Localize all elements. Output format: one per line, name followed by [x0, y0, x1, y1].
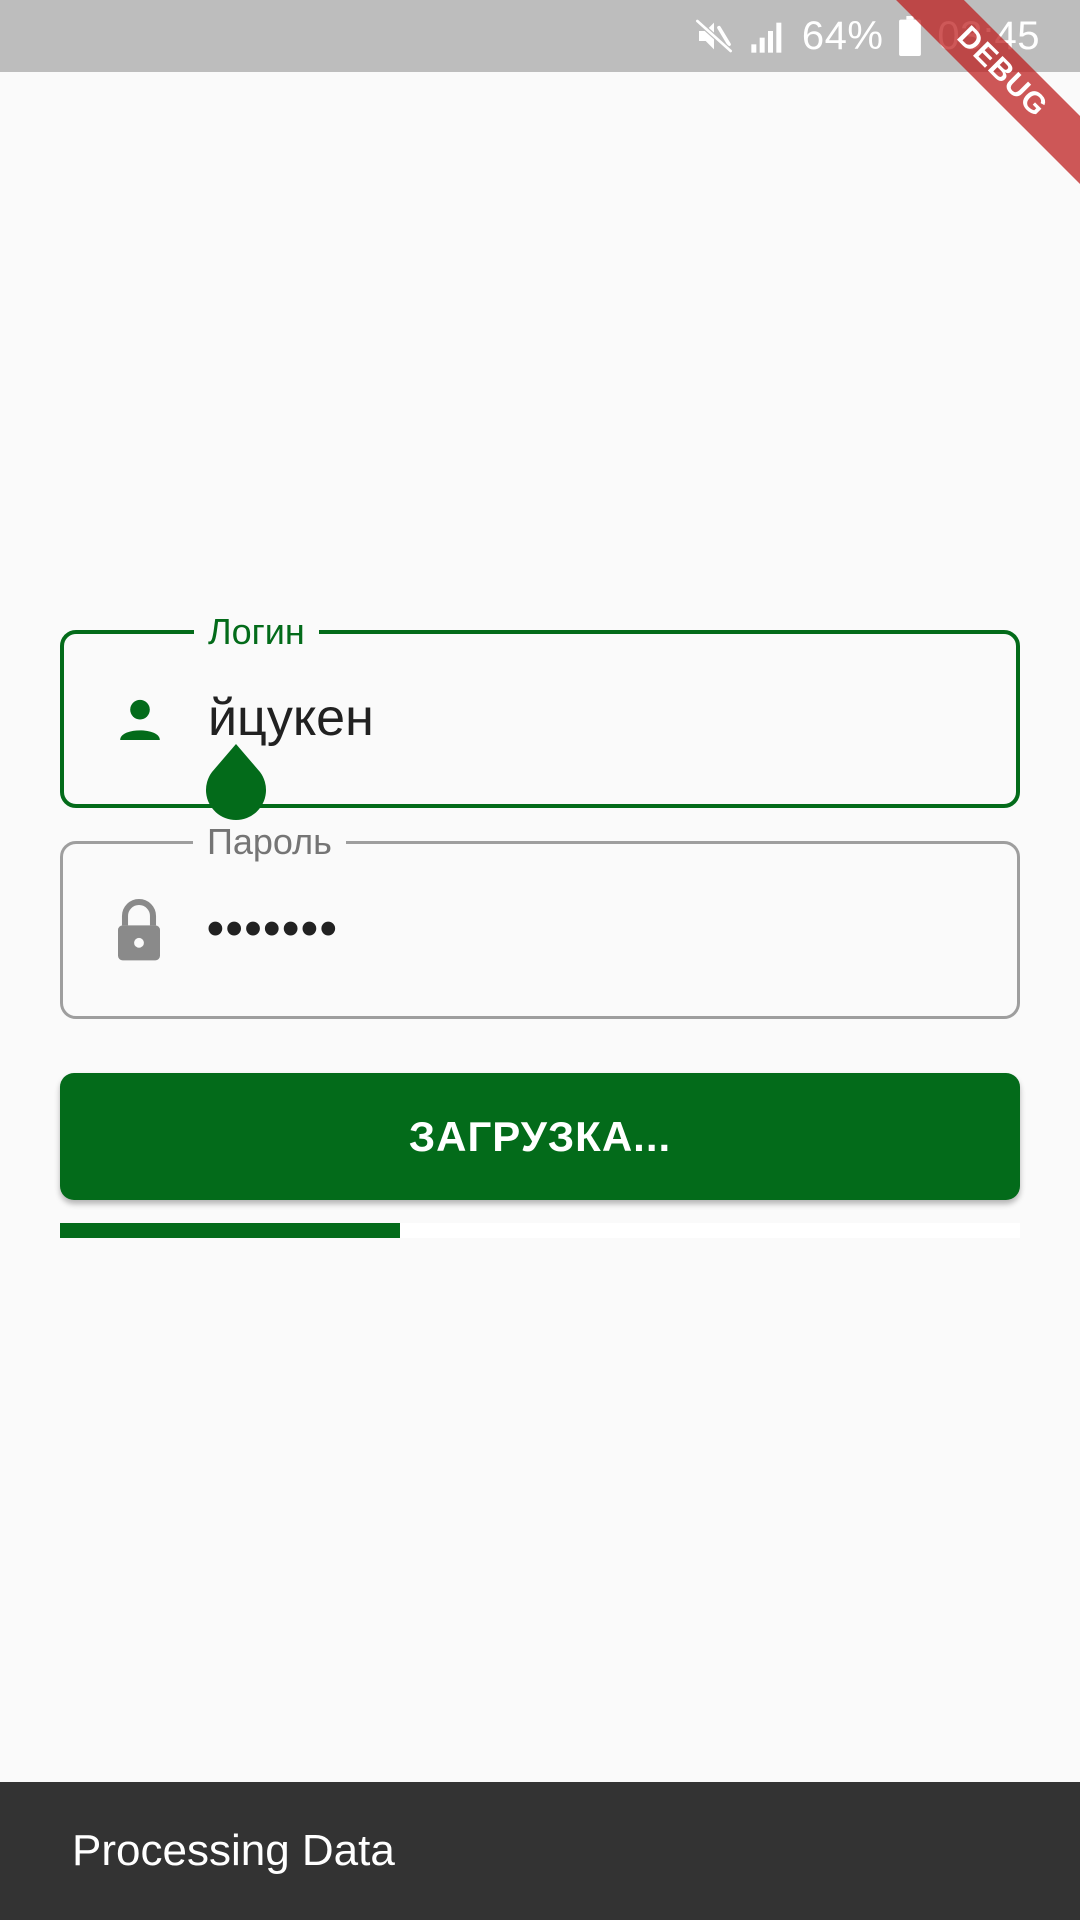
battery-icon: [897, 16, 923, 56]
login-screen: 64% 03:45 DEBUG Логин йцукен Пароль ••••…: [0, 0, 1080, 1920]
signal-icon: [748, 16, 788, 56]
person-icon: [108, 687, 172, 751]
password-field-label: Пароль: [193, 820, 346, 864]
snackbar: Processing Data: [0, 1782, 1080, 1920]
loading-progress-bar: [60, 1223, 1020, 1238]
login-field[interactable]: Логин йцукен: [60, 610, 1020, 820]
battery-percent: 64%: [801, 13, 884, 58]
snackbar-message: Processing Data: [72, 1826, 395, 1875]
loading-progress-fill: [60, 1223, 400, 1238]
mute-icon: [694, 16, 734, 56]
status-time: 03:45: [937, 13, 1040, 58]
text-cursor-handle[interactable]: [202, 742, 270, 822]
login-button[interactable]: ЗАГРУЗКА...: [60, 1073, 1020, 1200]
password-input[interactable]: •••••••: [207, 901, 339, 956]
status-bar: 64% 03:45: [0, 0, 1080, 72]
login-input[interactable]: йцукен: [208, 688, 374, 748]
status-bar-indicators: 64% 03:45: [694, 0, 1054, 72]
login-field-label: Логин: [194, 610, 319, 654]
password-field[interactable]: Пароль •••••••: [60, 820, 1020, 1019]
lock-icon: [107, 898, 171, 962]
